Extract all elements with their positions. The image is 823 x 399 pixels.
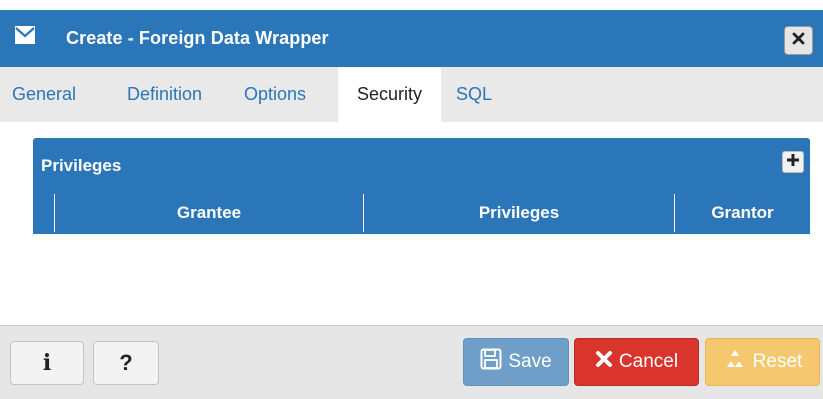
save-button[interactable]: Save	[463, 338, 569, 386]
dialog-title: Create - Foreign Data Wrapper	[66, 28, 329, 48]
help-button[interactable]: ?	[93, 341, 159, 385]
tab-bar: General Definition Options Security SQL	[0, 67, 823, 122]
close-button[interactable]	[784, 26, 813, 55]
grid-select-column	[33, 194, 54, 234]
column-header-grantee[interactable]: Grantee	[54, 194, 363, 234]
cancel-label: Cancel	[618, 351, 679, 372]
privileges-header: Privileges	[33, 138, 810, 194]
tab-sql[interactable]: SQL	[456, 67, 492, 122]
create-foreign-data-wrapper-dialog: Create - Foreign Data Wrapper General De…	[0, 0, 823, 399]
add-privilege-button[interactable]	[782, 151, 804, 173]
tab-definition[interactable]: Definition	[127, 67, 202, 122]
privileges-title: Privileges	[41, 156, 122, 175]
floppy-disk-icon	[480, 348, 502, 376]
envelope-icon	[15, 26, 35, 44]
cancel-button[interactable]: Cancel	[574, 338, 699, 386]
recycle-icon	[723, 347, 747, 377]
tab-options[interactable]: Options	[244, 67, 306, 122]
save-label: Save	[508, 351, 552, 372]
help-icon: ?	[119, 350, 133, 375]
plus-icon	[787, 153, 799, 171]
privileges-grid-header: Grantee Privileges Grantor	[33, 194, 810, 234]
tab-general[interactable]: General	[12, 67, 76, 122]
reset-label: Reset	[752, 351, 803, 372]
tab-security[interactable]: Security	[338, 67, 441, 122]
security-panel: Privileges Grantee Privileges Grantor	[0, 122, 823, 325]
info-icon: i	[42, 350, 52, 376]
column-header-privileges[interactable]: Privileges	[363, 194, 674, 234]
reset-button[interactable]: Reset	[705, 338, 820, 386]
dialog-footer: i ? Save Cancel Reset	[0, 325, 823, 399]
info-button[interactable]: i	[10, 341, 84, 385]
column-header-grantor[interactable]: Grantor	[674, 194, 810, 234]
close-icon	[792, 32, 805, 50]
dialog-titlebar[interactable]: Create - Foreign Data Wrapper	[0, 10, 823, 67]
grid-divider	[33, 232, 810, 234]
cancel-x-icon	[595, 350, 613, 374]
